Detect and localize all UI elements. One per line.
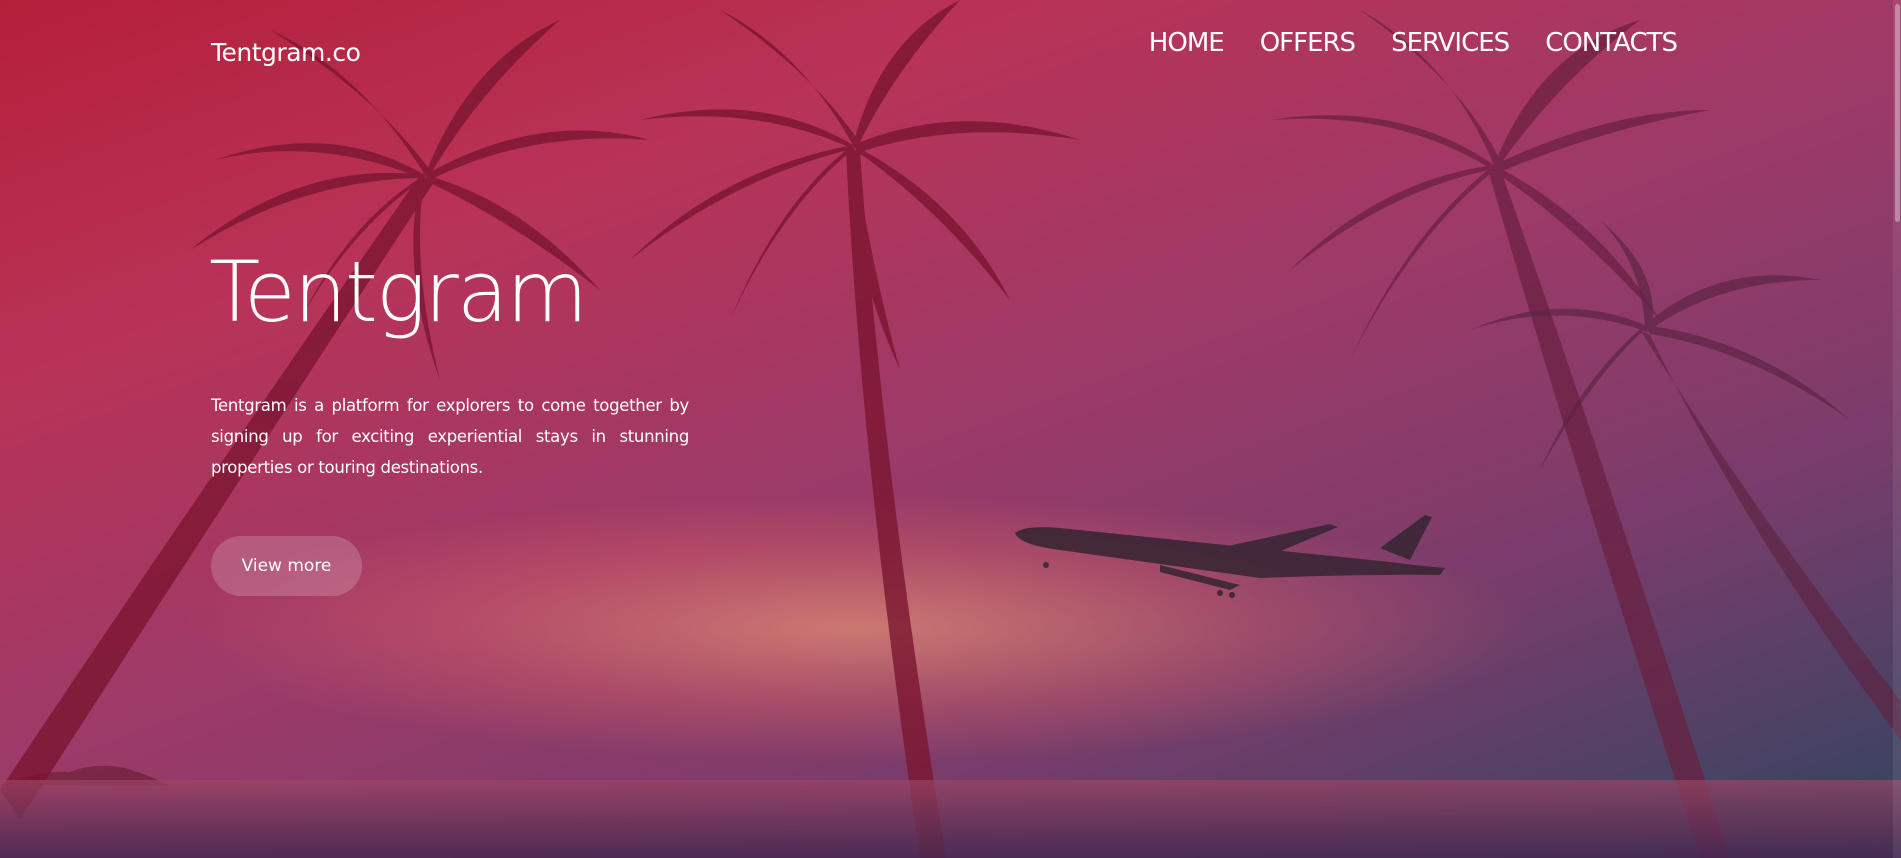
airplane-silhouette	[1015, 515, 1445, 598]
palm-tree-center	[630, 0, 1080, 858]
sea-horizon	[0, 780, 1901, 858]
nav-item-home[interactable]: HOME	[1149, 28, 1225, 58]
hero-description: Tentgram is a platform for explorers to …	[211, 396, 689, 477]
nav-item-services[interactable]: SERVICES	[1391, 28, 1510, 58]
hero-title: Tentgram	[209, 243, 588, 341]
nav-item-offers[interactable]: OFFERS	[1260, 28, 1356, 58]
site-logo[interactable]: Tentgram.co	[211, 38, 361, 67]
page-scrollbar[interactable]	[1893, 0, 1901, 858]
view-more-button[interactable]: View more	[211, 536, 362, 596]
nav-item-contacts[interactable]: CONTACTS	[1545, 28, 1678, 58]
main-nav: HOME OFFERS SERVICES CONTACTS	[1149, 28, 1678, 58]
palm-tree-right	[1270, 10, 1730, 858]
hero-section: Tentgram.co HOME OFFERS SERVICES CONTACT…	[0, 0, 1901, 858]
scrollbar-thumb[interactable]	[1895, 4, 1900, 222]
